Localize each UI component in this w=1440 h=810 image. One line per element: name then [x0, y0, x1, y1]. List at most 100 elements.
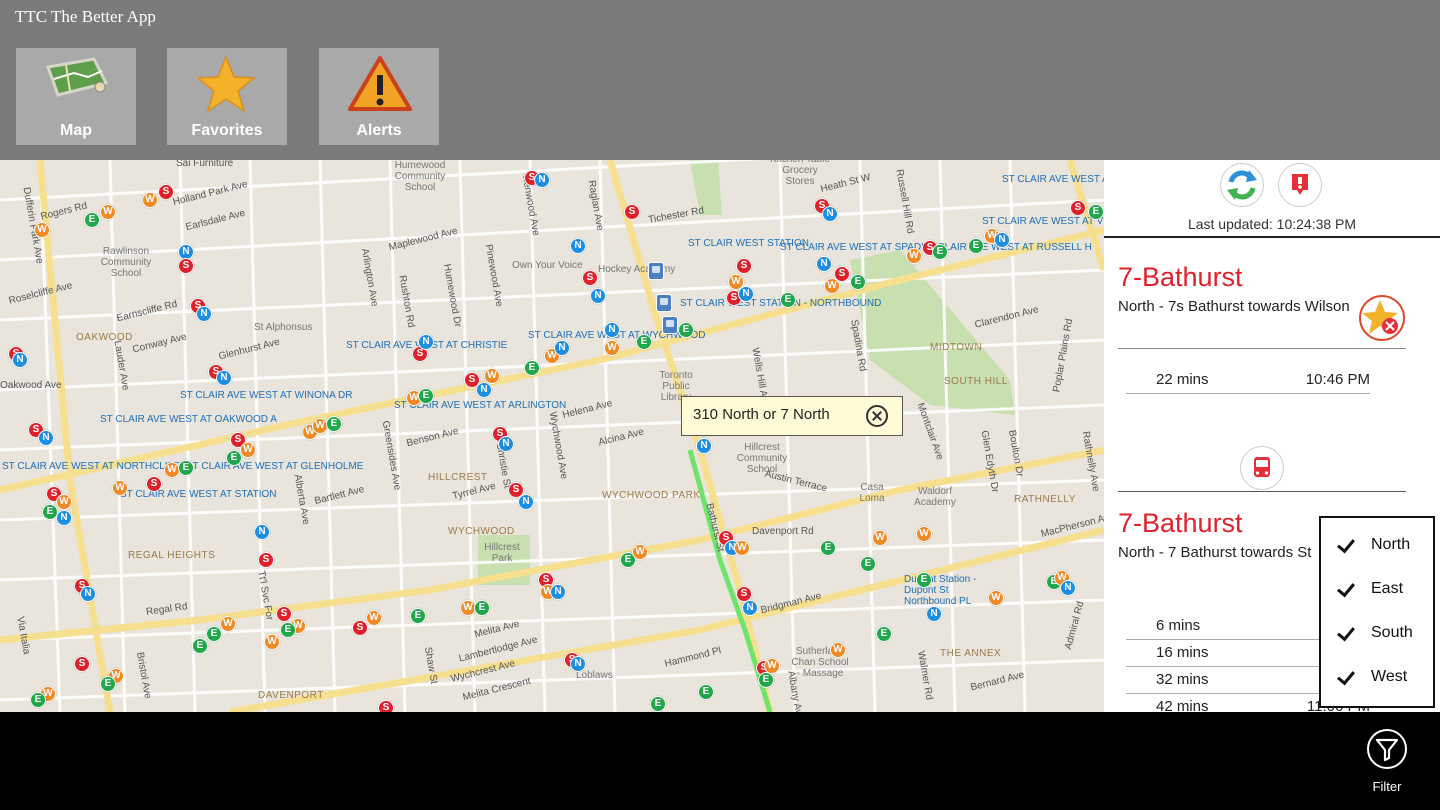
- stop-marker-north[interactable]: N: [816, 256, 832, 272]
- stop-marker-north[interactable]: N: [738, 286, 754, 302]
- remove-favorite-button[interactable]: [1358, 294, 1406, 342]
- stop-marker-west[interactable]: W: [112, 480, 128, 496]
- stop-marker-east[interactable]: E: [636, 334, 652, 350]
- stop-marker-east[interactable]: E: [30, 692, 46, 708]
- stop-marker-north[interactable]: N: [1060, 580, 1076, 596]
- stop-marker-east[interactable]: E: [698, 684, 714, 700]
- close-icon[interactable]: [866, 405, 888, 427]
- vehicle-marker[interactable]: [662, 316, 678, 334]
- stop-marker-north[interactable]: N: [696, 438, 712, 454]
- stop-marker-east[interactable]: E: [474, 600, 490, 616]
- stop-marker-south[interactable]: S: [258, 552, 274, 568]
- refresh-button[interactable]: [1220, 163, 1264, 207]
- stop-marker-south[interactable]: S: [276, 606, 292, 622]
- stop-marker-east[interactable]: E: [418, 388, 434, 404]
- nav-tile-favorites[interactable]: Favorites: [167, 48, 287, 145]
- filter-option-north[interactable]: North: [1321, 526, 1433, 566]
- stop-marker-east[interactable]: E: [280, 622, 296, 638]
- stop-marker-east[interactable]: E: [1088, 204, 1104, 220]
- stop-marker-east[interactable]: E: [916, 572, 932, 588]
- stop-marker-north[interactable]: N: [38, 430, 54, 446]
- stop-marker-west[interactable]: W: [240, 442, 256, 458]
- filter-option-west[interactable]: West: [1321, 658, 1433, 698]
- stop-marker-north[interactable]: N: [994, 232, 1010, 248]
- route-name[interactable]: 7-Bathurst: [1118, 262, 1243, 293]
- stop-marker-east[interactable]: E: [206, 626, 222, 642]
- stop-marker-north[interactable]: N: [534, 172, 550, 188]
- nav-tile-alerts[interactable]: Alerts: [319, 48, 439, 145]
- stop-marker-south[interactable]: S: [1070, 200, 1086, 216]
- stop-marker-east[interactable]: E: [410, 608, 426, 624]
- stop-marker-north[interactable]: N: [196, 306, 212, 322]
- stop-marker-east[interactable]: E: [968, 238, 984, 254]
- stop-marker-north[interactable]: N: [12, 352, 28, 368]
- stop-marker-north[interactable]: N: [570, 656, 586, 672]
- stop-marker-north[interactable]: N: [742, 600, 758, 616]
- stop-marker-east[interactable]: E: [192, 638, 208, 654]
- stop-marker-south[interactable]: S: [624, 204, 640, 220]
- stop-marker-east[interactable]: E: [820, 540, 836, 556]
- stop-marker-west[interactable]: W: [734, 540, 750, 556]
- stop-marker-north[interactable]: N: [926, 606, 942, 622]
- stop-marker-east[interactable]: E: [932, 244, 948, 260]
- stop-marker-east[interactable]: E: [100, 676, 116, 692]
- stop-marker-west[interactable]: W: [264, 634, 280, 650]
- stop-marker-west[interactable]: W: [56, 494, 72, 510]
- stop-marker-west[interactable]: W: [988, 590, 1004, 606]
- stop-marker-east[interactable]: E: [650, 696, 666, 712]
- stop-marker-south[interactable]: S: [146, 476, 162, 492]
- stop-marker-south[interactable]: S: [736, 258, 752, 274]
- stop-marker-north[interactable]: N: [56, 510, 72, 526]
- stop-marker-west[interactable]: W: [142, 192, 158, 208]
- stop-marker-north[interactable]: N: [554, 340, 570, 356]
- stop-marker-east[interactable]: E: [780, 292, 796, 308]
- stop-marker-west[interactable]: W: [34, 222, 50, 238]
- route-name[interactable]: 7-Bathurst: [1118, 508, 1243, 539]
- stop-marker-west[interactable]: W: [604, 340, 620, 356]
- map-view[interactable]: Sai Furniture Holland Park Ave Earlsdale…: [0, 160, 1104, 712]
- stop-marker-north[interactable]: N: [590, 288, 606, 304]
- stop-marker-south[interactable]: S: [74, 656, 90, 672]
- stop-tooltip[interactable]: 310 North or 7 North: [681, 396, 903, 436]
- stop-marker-west[interactable]: W: [632, 544, 648, 560]
- stop-marker-north[interactable]: N: [254, 524, 270, 540]
- stop-marker-south[interactable]: S: [582, 270, 598, 286]
- stop-marker-west[interactable]: W: [366, 610, 382, 626]
- stop-marker-north[interactable]: N: [498, 436, 514, 452]
- stop-marker-north[interactable]: N: [570, 238, 586, 254]
- stop-marker-east[interactable]: E: [678, 322, 694, 338]
- stop-marker-south[interactable]: S: [378, 700, 394, 712]
- stop-marker-east[interactable]: E: [876, 626, 892, 642]
- bus-button[interactable]: [1240, 446, 1284, 490]
- stop-marker-east[interactable]: E: [178, 460, 194, 476]
- stop-marker-north[interactable]: N: [518, 494, 534, 510]
- stop-marker-north[interactable]: N: [550, 584, 566, 600]
- stop-marker-north[interactable]: N: [216, 370, 232, 386]
- stop-marker-north[interactable]: N: [822, 206, 838, 222]
- stop-marker-north[interactable]: N: [604, 322, 620, 338]
- stop-marker-west[interactable]: W: [916, 526, 932, 542]
- stop-marker-north[interactable]: N: [80, 586, 96, 602]
- stop-marker-west[interactable]: W: [830, 642, 846, 658]
- stop-marker-east[interactable]: E: [758, 672, 774, 688]
- stop-marker-south[interactable]: S: [352, 620, 368, 636]
- stop-marker-south[interactable]: S: [158, 184, 174, 200]
- stop-marker-west[interactable]: W: [220, 616, 236, 632]
- stop-marker-east[interactable]: E: [84, 212, 100, 228]
- stop-marker-south[interactable]: S: [178, 258, 194, 274]
- pin-button[interactable]: [1278, 163, 1322, 207]
- stop-marker-north[interactable]: N: [418, 334, 434, 350]
- vehicle-marker[interactable]: [648, 262, 664, 280]
- stop-marker-west[interactable]: W: [906, 248, 922, 264]
- stop-marker-west[interactable]: W: [824, 278, 840, 294]
- stop-marker-west[interactable]: W: [100, 204, 116, 220]
- stop-marker-east[interactable]: E: [326, 416, 342, 432]
- stop-marker-east[interactable]: E: [226, 450, 242, 466]
- stop-marker-south[interactable]: S: [464, 372, 480, 388]
- filter-button[interactable]: Filter: [1364, 729, 1410, 807]
- filter-option-east[interactable]: East: [1321, 570, 1433, 610]
- vehicle-marker[interactable]: [656, 294, 672, 312]
- nav-tile-map[interactable]: Map: [16, 48, 136, 145]
- stop-marker-east[interactable]: E: [524, 360, 540, 376]
- filter-option-south[interactable]: South: [1321, 614, 1433, 654]
